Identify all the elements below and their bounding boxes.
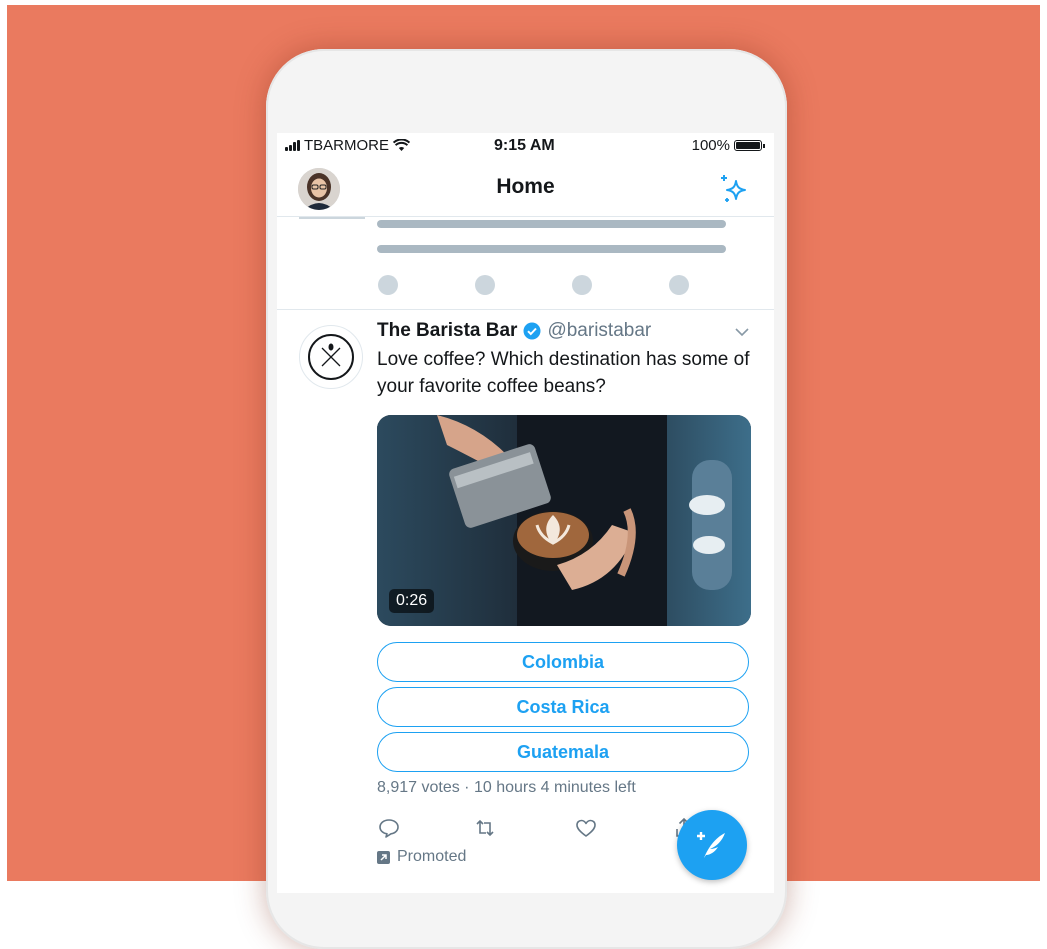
compose-tweet-button[interactable] bbox=[677, 810, 747, 880]
poll-option-costa-rica[interactable]: Costa Rica bbox=[377, 687, 749, 727]
wifi-icon bbox=[393, 139, 411, 151]
chevron-down-icon[interactable] bbox=[734, 324, 750, 340]
sparkle-icon[interactable] bbox=[718, 172, 752, 206]
phone-screen: TBARMORE 9:15 AM 100% Home The Barista B… bbox=[277, 133, 774, 893]
battery-percent: 100% bbox=[691, 137, 730, 154]
promoted-icon bbox=[377, 850, 390, 864]
retweet-icon[interactable] bbox=[473, 816, 497, 840]
poll-option-guatemala[interactable]: Guatemala bbox=[377, 732, 749, 772]
like-icon[interactable] bbox=[574, 816, 598, 840]
poll-option-colombia[interactable]: Colombia bbox=[377, 642, 749, 682]
barista-logo-mark bbox=[321, 343, 341, 367]
placeholder-line bbox=[377, 245, 726, 253]
carrier-name: TBARMORE bbox=[304, 137, 390, 154]
page-title: Home bbox=[496, 175, 555, 198]
tweet-author-handle[interactable]: @baristabar bbox=[547, 320, 651, 342]
status-time: 9:15 AM bbox=[494, 137, 555, 154]
placeholder-dot bbox=[475, 275, 495, 295]
status-bar: TBARMORE 9:15 AM 100% bbox=[277, 133, 774, 161]
signal-icon bbox=[285, 140, 300, 151]
carrier-group: TBARMORE bbox=[285, 137, 411, 154]
placeholder-dot bbox=[572, 275, 592, 295]
tweet-avatar[interactable] bbox=[299, 325, 363, 389]
placeholder-dot bbox=[669, 275, 689, 295]
loading-tweet-placeholder bbox=[277, 217, 774, 310]
promoted-text: Promoted bbox=[397, 848, 467, 865]
placeholder-stub bbox=[299, 217, 365, 219]
nav-bar: Home bbox=[277, 161, 774, 217]
tweet-author-name[interactable]: The Barista Bar bbox=[377, 320, 517, 342]
promoted-label: Promoted bbox=[377, 848, 466, 866]
compose-quill-icon bbox=[697, 832, 725, 858]
video-duration: 0:26 bbox=[389, 589, 435, 613]
verified-badge-icon bbox=[523, 322, 541, 340]
barista-logo bbox=[308, 334, 354, 380]
tweet-video[interactable]: 0:26 bbox=[377, 415, 751, 626]
tweet: The Barista Bar @baristabar Love coffee?… bbox=[277, 310, 774, 893]
reply-icon[interactable] bbox=[377, 816, 401, 840]
battery-group: 100% bbox=[691, 137, 765, 154]
battery-icon bbox=[734, 140, 765, 151]
tweet-header: The Barista Bar @baristabar bbox=[377, 320, 651, 342]
placeholder-dot bbox=[378, 275, 398, 295]
poll-meta: 8,917 votes · 10 hours 4 minutes left bbox=[377, 779, 636, 796]
tweet-text: Love coffee? Which destination has some … bbox=[377, 349, 750, 397]
placeholder-line bbox=[377, 220, 726, 228]
